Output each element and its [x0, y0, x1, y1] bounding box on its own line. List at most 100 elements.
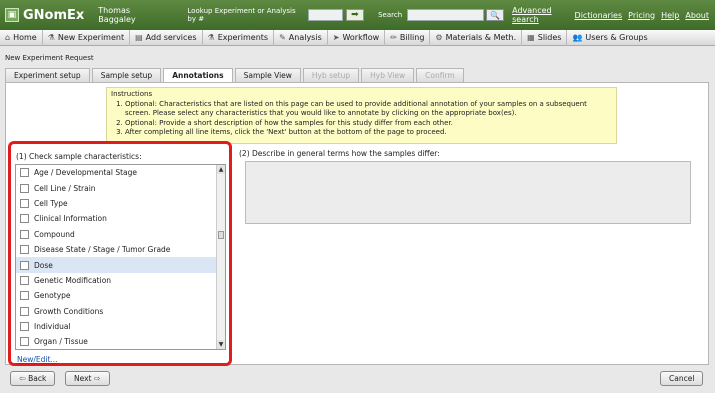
menu-experiments[interactable]: ⚗ Experiments: [203, 29, 275, 46]
instructions-box: Instructions Optional: Characteristics t…: [106, 87, 617, 144]
item-label: Cell Type: [34, 198, 68, 208]
instruction-item: Optional: Characteristics that are liste…: [125, 100, 612, 119]
list-item[interactable]: Cell Line / Strain: [16, 180, 225, 195]
checkbox[interactable]: [20, 229, 29, 239]
item-label: Dose: [34, 260, 53, 270]
item-label: Clinical Information: [34, 214, 107, 224]
top-links: Dictionaries Pricing Help About: [575, 11, 709, 20]
list-item[interactable]: Genotype: [16, 288, 225, 303]
menu-add-services[interactable]: ▤ Add services: [130, 29, 203, 46]
checkbox[interactable]: [20, 337, 29, 347]
menu-home[interactable]: ⌂ Home: [0, 29, 43, 46]
item-label: Organ / Tissue: [34, 337, 88, 347]
lookup-label: Lookup Experiment or Analysis by #: [187, 7, 296, 23]
list-item[interactable]: Age / Developmental Stage: [16, 165, 225, 180]
instructions-heading: Instructions: [111, 90, 153, 98]
menu-bar: ⌂ Home ⚗ New Experiment ▤ Add services ⚗ Exp…: [0, 29, 715, 46]
list-item[interactable]: Disease State / Stage / Tumor Grade: [16, 242, 225, 257]
menu-label: Home: [13, 33, 37, 42]
menu-users-groups[interactable]: 👥 Users & Groups: [567, 30, 652, 46]
search-button[interactable]: 🔍: [485, 9, 505, 21]
list-icon: ▤: [135, 33, 143, 42]
item-label: Genotype: [34, 291, 71, 301]
list-item[interactable]: Cell Type: [16, 196, 225, 211]
search-icon: 🔍: [489, 10, 500, 20]
menu-label: New Experiment: [57, 33, 125, 42]
list-scrollbar[interactable]: ▲ ▼: [216, 165, 225, 349]
description-textarea[interactable]: [245, 161, 691, 224]
tab-hyb-view: Hyb View: [361, 68, 415, 82]
checkbox[interactable]: [20, 275, 29, 285]
users-icon: 👥: [572, 33, 583, 42]
checkbox[interactable]: [20, 245, 29, 255]
lookup-input[interactable]: [307, 9, 343, 21]
characteristics-list[interactable]: Age / Developmental Stage Cell Line / St…: [15, 164, 226, 350]
advanced-search-link[interactable]: Advanced search: [512, 6, 574, 24]
list-item[interactable]: Growth Conditions: [16, 304, 225, 319]
scroll-up-icon[interactable]: ▲: [217, 165, 225, 174]
checkbox[interactable]: [20, 260, 29, 270]
menu-billing[interactable]: ✏ Billing: [385, 29, 431, 46]
list-item[interactable]: Genetic Modification: [16, 273, 225, 288]
tab-sample-setup[interactable]: Sample setup: [91, 68, 162, 82]
checkbox[interactable]: [20, 198, 29, 208]
item-label: Compound: [34, 229, 75, 239]
app-name: GNomEx: [23, 7, 85, 23]
new-edit-link[interactable]: New/Edit...: [17, 355, 58, 364]
menu-workflow[interactable]: ➤ Workflow: [328, 29, 386, 46]
gear-icon: ⚙: [435, 33, 443, 42]
arrow-right-icon: ➡: [351, 10, 359, 20]
tab-experiment-setup[interactable]: Experiment setup: [5, 68, 90, 82]
scroll-down-icon[interactable]: ▼: [217, 340, 225, 349]
tab-sample-view[interactable]: Sample View: [234, 68, 301, 82]
tab-annotations[interactable]: Annotations: [163, 68, 233, 82]
back-arrow-icon: ⇦: [19, 374, 26, 383]
link-pricing[interactable]: Pricing: [628, 11, 655, 20]
app-logo[interactable]: ▣ GNomEx: [5, 8, 84, 23]
menu-slides[interactable]: ▦ Slides: [522, 29, 568, 46]
link-dictionaries[interactable]: Dictionaries: [575, 11, 623, 20]
scroll-thumb[interactable]: [218, 231, 224, 239]
link-about[interactable]: About: [685, 11, 709, 20]
workflow-icon: ➤: [332, 33, 340, 42]
list-item[interactable]: Compound: [16, 227, 225, 242]
lookup-go-button[interactable]: ➡: [345, 9, 365, 21]
menu-label: Analysis: [288, 33, 322, 42]
analysis-icon: ✎: [279, 33, 286, 42]
menu-materials-methods[interactable]: ⚙ Materials & Meth.: [430, 29, 523, 46]
list-item[interactable]: Organ / Tissue: [16, 334, 225, 349]
flask-icon: ⚗: [47, 33, 55, 42]
item-label: Age / Developmental Stage: [34, 168, 138, 178]
list-item[interactable]: Individual: [16, 319, 225, 334]
checkbox[interactable]: [20, 183, 29, 193]
slides-icon: ▦: [527, 33, 535, 42]
menu-label: Materials & Meth.: [445, 33, 517, 42]
list-item[interactable]: Clinical Information: [16, 211, 225, 226]
logo-icon: ▣: [5, 8, 19, 22]
home-icon: ⌂: [5, 33, 11, 42]
instruction-item: After completing all line items, click t…: [125, 128, 612, 138]
wizard-tabs: Experiment setup Sample setup Annotation…: [5, 68, 464, 82]
item-label: Disease State / Stage / Tumor Grade: [34, 245, 171, 255]
next-button[interactable]: Next ⇨: [65, 371, 110, 386]
menu-analysis[interactable]: ✎ Analysis: [274, 29, 328, 46]
menu-label: Experiments: [217, 33, 269, 42]
checkbox[interactable]: [20, 168, 29, 178]
link-help[interactable]: Help: [661, 11, 679, 20]
characteristics-section: (1) Check sample characteristics: Age / …: [8, 141, 232, 366]
instruction-item: Optional: Provide a short description of…: [125, 119, 612, 129]
cancel-button[interactable]: Cancel: [660, 371, 704, 386]
back-button[interactable]: ⇦ Back: [10, 371, 56, 386]
checkbox[interactable]: [20, 291, 29, 301]
list-item[interactable]: Dose: [16, 257, 225, 273]
checkbox[interactable]: [20, 214, 29, 224]
description-label: (2) Describe in general terms how the sa…: [239, 149, 440, 158]
characteristics-label: (1) Check sample characteristics:: [16, 152, 142, 161]
menu-new-experiment[interactable]: ⚗ New Experiment: [43, 29, 131, 46]
checkbox[interactable]: [20, 306, 29, 316]
checkbox[interactable]: [20, 322, 29, 332]
user-name: Thomas Baggaley: [98, 6, 136, 24]
menu-label: Users & Groups: [585, 33, 648, 42]
billing-icon: ✏: [390, 33, 397, 42]
search-input[interactable]: [407, 9, 484, 21]
